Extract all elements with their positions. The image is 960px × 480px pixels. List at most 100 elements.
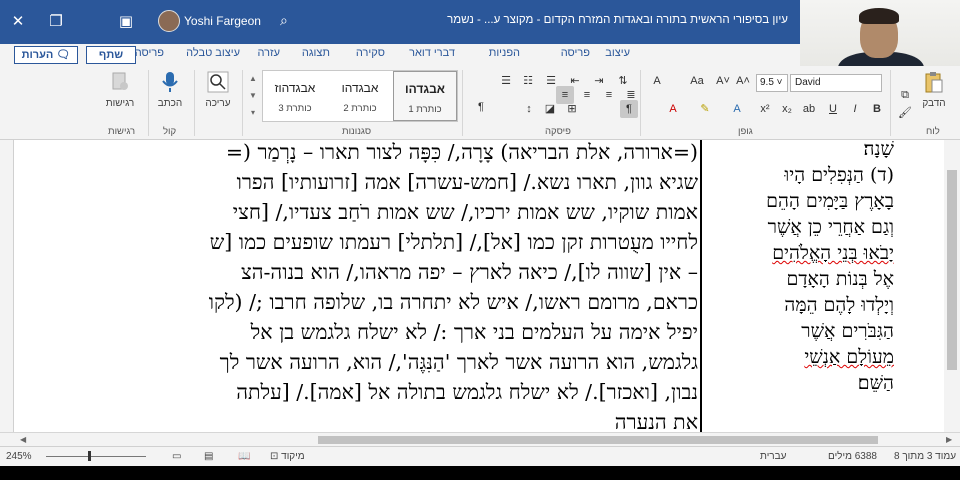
document-line[interactable]: נבון, [ואכזר]./ לא ישלח גלגמש בתולה אל [… [16,378,698,408]
tab-mailings[interactable]: דברי דואר [409,47,455,59]
tab-design[interactable]: עיצוב [605,47,630,59]
word-count[interactable]: 6388 מילים [828,451,877,462]
restore-icon[interactable]: ❐ [42,8,70,36]
paragraph-mark-icon[interactable]: ¶ [472,98,490,116]
verse-line[interactable]: הַשֵּׁם׃ [706,370,894,396]
bullets-icon[interactable]: ☰ [497,72,515,90]
tab-help[interactable]: עזרה [258,47,280,59]
presenter-hair [859,8,899,24]
scroll-right-icon[interactable]: ▶ [946,433,952,447]
underline-icon[interactable]: U [824,100,842,118]
style-heading-3[interactable]: אבגדהוז כותרת 3 [263,71,327,121]
font-size-select[interactable]: 9.5 ˅ [756,74,788,92]
verse-line[interactable]: וְיָלְדוּ לָהֶם הֵמָּה [706,292,894,318]
grow-font-icon[interactable]: A˄ [734,72,752,90]
font-name-value: David [795,77,821,88]
vertical-scrollbar[interactable] [944,140,960,432]
verse-line[interactable]: יָבֹאוּ בְּנֵי הָאֱלֹהִים [706,240,894,266]
highlight-icon[interactable]: ✎ [696,100,714,118]
font-name-select[interactable]: David [790,74,882,92]
scroll-up-icon[interactable]: ▲ [246,70,260,87]
dictate-button[interactable]: הכתב [150,70,190,109]
paste-label: הדבק [922,98,946,109]
numbering-icon[interactable]: ☷ [519,72,537,90]
document-line[interactable]: – אין [שווה לו],/ כיאה לארץ – יפה מראהו,… [16,258,698,288]
document-line[interactable]: לחייו מעֻטרות זקן כמו [אל],/ [תלתלי] רעמ… [16,228,698,258]
ribbon-display-icon[interactable]: ▣ [112,8,140,36]
tab-layout[interactable]: פריסה [561,47,590,59]
document-line[interactable]: את הנערה [16,408,698,432]
focus-button[interactable]: מיקוד ⊡ [270,451,305,462]
document-page[interactable]: (=ארורה, אלת הבריאה) צָרָה,/ כִּפָּה לצו… [14,140,944,432]
document-line[interactable]: שגיא גוון, תארו נשא./ [חמש-עשרה] אמה [זר… [16,168,698,198]
main-text-column[interactable]: (=ארורה, אלת הבריאה) צָרָה,/ כִּפָּה לצו… [16,140,698,432]
align-left-icon[interactable]: ≡ [600,86,618,104]
document-line[interactable]: אמות שוקיו, שש אמות ירכיו,/ שש אמות רֹחַ… [16,198,698,228]
zoom-slider[interactable] [46,456,146,457]
document-line[interactable]: (=ארורה, אלת הבריאה) צָרָה,/ כִּפָּה לצו… [16,140,698,168]
tab-view[interactable]: תצוגה [302,47,330,59]
divider [242,70,243,136]
format-painter-icon[interactable]: 🖌 [896,104,914,122]
verse-line[interactable]: וְגַם אַחֲרֵי כֵן אֲשֶׁר [706,214,894,240]
share-label: שתף [98,49,124,61]
print-layout-icon[interactable]: ▤ [204,451,213,462]
avatar[interactable] [158,10,180,32]
font-color-icon[interactable]: A [664,100,682,118]
read-mode-icon[interactable]: 📖 [238,451,250,462]
user-name[interactable]: Yoshi Fargeon [184,14,261,28]
zoom-slider-thumb[interactable] [88,451,91,461]
verse-line[interactable]: (ד) הַנְּפִלִים הָיוּ [706,162,894,188]
share-button[interactable]: שתף [86,46,136,64]
page-indicator[interactable]: עמוד 3 מתוך 8 [894,451,956,462]
verse-column[interactable]: שָׁנָה׃ (ד) הַנְּפִלִים הָיוּ בָאָרֶץ בַּי… [706,140,902,432]
subscript-icon[interactable]: x₂ [778,100,796,118]
document-line[interactable]: כראם, מרומם ראשו,/ איש לא יתחרה בו, שלופ… [16,288,698,318]
tab-table-layout[interactable]: פריסה [135,47,164,59]
style-heading-2[interactable]: אבגדהו כותרת 2 [328,71,392,121]
editing-button[interactable]: עריכה [198,70,238,109]
document-line[interactable]: יפיל אימה על העלמים בני ארך :/ לא ישלח ג… [16,318,698,348]
more-styles-icon[interactable]: ▾ [246,104,260,121]
tab-table-design[interactable]: עיצוב טבלה [186,47,240,59]
scrollbar-thumb[interactable] [318,436,878,444]
shading-icon[interactable]: ◪ [541,100,559,118]
styles-scroll[interactable]: ▲ ▼ ▾ [246,70,260,122]
ribbon-tabs: הערות 🗨 שתף עיצוב פריסה הפניות דברי דואר… [0,44,800,66]
scroll-down-icon[interactable]: ▼ [246,87,260,104]
scroll-left-icon[interactable]: ◀ [20,433,26,447]
sensitivity-button[interactable]: רגישות [100,70,140,109]
shrink-font-icon[interactable]: A˅ [714,72,732,90]
verse-line[interactable]: הַגִּבֹּרִים אֲשֶׁר [706,318,894,344]
web-layout-icon[interactable]: ▭ [172,451,181,462]
verse-line[interactable]: אֶל בְּנוֹת הָאָדָם [706,266,894,292]
line-spacing-icon[interactable]: ↕ [520,100,538,118]
verse-line[interactable]: שָׁנָה׃ [706,140,894,162]
tab-review[interactable]: סקירה [356,47,385,59]
editing-label: עריכה [205,98,231,109]
verse-line[interactable]: בָאָרֶץ בַּיָּמִים הָהֵם [706,188,894,214]
text-effects-icon[interactable]: A [648,72,666,90]
copy-icon[interactable]: ⧉ [896,86,914,104]
style-heading-1[interactable]: אבגדהו כותרת 1 [393,71,457,121]
paste-button[interactable]: הדבק [914,70,954,109]
verse-line[interactable]: מֵעוֹלָם אַנְשֵׁי [706,344,894,370]
horizontal-scrollbar[interactable]: ◀ ▶ [0,432,960,446]
superscript-icon[interactable]: x² [756,100,774,118]
close-icon[interactable]: ✕ [4,8,32,36]
document-line[interactable]: גלגמש, הוא הרועה אשר לארך 'הַנִּגֶּה',/ … [16,348,698,378]
bold-icon[interactable]: B [868,100,886,118]
italic-icon[interactable]: I [846,100,864,118]
strikethrough-icon[interactable]: ab [800,100,818,118]
search-icon[interactable]: ⌕ [280,12,288,29]
tab-references[interactable]: הפניות [489,47,520,59]
comments-button[interactable]: הערות 🗨 [14,46,78,64]
scrollbar-thumb[interactable] [947,170,957,370]
ribbon: רגישות רגישות הכתב קול עריכה ▲ ▼ ▾ אבגדה… [0,66,960,140]
change-case-icon[interactable]: Aa [688,72,706,90]
zoom-level[interactable]: 245% [6,451,32,462]
rtl-direction-icon[interactable]: ¶ [620,100,638,118]
text-effect-icon[interactable]: A [728,100,746,118]
borders-icon[interactable]: ⊞ [563,100,581,118]
language-indicator[interactable]: עברית [760,451,786,462]
